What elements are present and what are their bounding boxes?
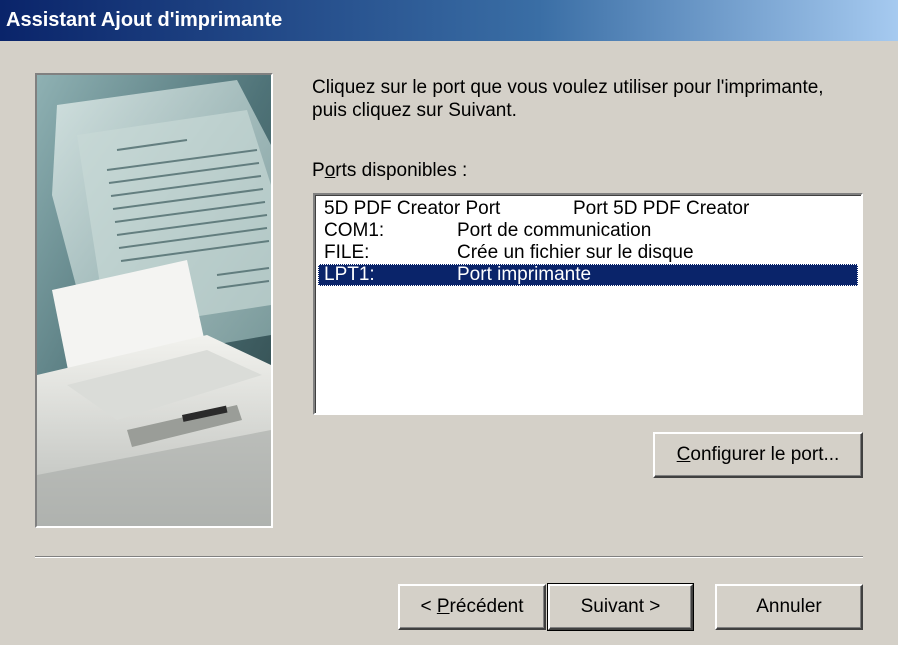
printer-illustration: [35, 73, 273, 528]
ports-label: Ports disponibles :: [312, 160, 468, 181]
port-description: Port 5D PDF Creator: [573, 198, 750, 219]
port-name: 5D PDF Creator Port: [324, 198, 501, 219]
back-button[interactable]: < Précédent: [398, 584, 546, 630]
port-description: Port imprimante: [457, 264, 592, 285]
port-description: Crée un fichier sur le disque: [457, 242, 694, 263]
next-button[interactable]: Suivant >: [547, 583, 694, 631]
configure-port-button[interactable]: Configurer le port...: [653, 432, 863, 478]
list-item[interactable]: 5D PDF Creator Port Port 5D PDF Creator: [318, 198, 858, 220]
separator: [35, 556, 863, 558]
port-name: COM1:: [324, 220, 385, 241]
ports-listbox[interactable]: 5D PDF Creator Port Port 5D PDF Creator …: [313, 193, 863, 415]
window-title-bar[interactable]: Assistant Ajout d'imprimante: [0, 0, 898, 41]
list-item[interactable]: FILE: Crée un fichier sur le disque: [318, 242, 858, 264]
cancel-button[interactable]: Annuler: [715, 584, 863, 630]
window-title: Assistant Ajout d'imprimante: [6, 9, 283, 31]
list-item[interactable]: COM1: Port de communication: [318, 220, 858, 242]
port-name: LPT1:: [324, 264, 375, 285]
port-name: FILE:: [324, 242, 370, 263]
list-item-selected[interactable]: LPT1: Port imprimante: [318, 264, 858, 286]
instruction-text: Cliquez sur le port que vous voulez util…: [312, 77, 824, 121]
printer-illustration-icon: [37, 75, 271, 526]
port-description: Port de communication: [457, 220, 652, 241]
